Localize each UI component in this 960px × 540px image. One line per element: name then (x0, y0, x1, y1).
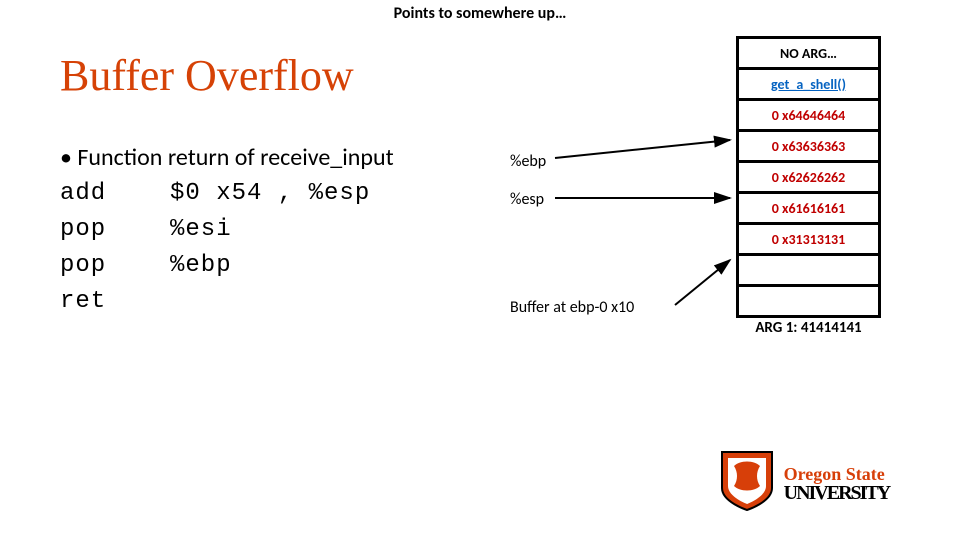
stack-cell: 0 x31313131 (736, 222, 881, 256)
logo-text: Oregon State UNIVERSITY (784, 465, 890, 503)
top-note: Points to somewhere up… (0, 4, 960, 23)
opcode: add (60, 176, 170, 212)
label-esp: %esp (510, 190, 544, 209)
opcode: pop (60, 248, 170, 284)
label-ebp: %ebp (510, 152, 546, 171)
logo-line1: Oregon State (784, 465, 890, 483)
pointer-arrows (545, 120, 735, 360)
code-block: add$0 x54 , %esp pop%esi pop%ebp ret (60, 176, 394, 320)
oregon-state-logo: Oregon State UNIVERSITY (720, 450, 930, 520)
stack-cell: 0 x63636363 (736, 129, 881, 163)
operand: %esi (170, 216, 232, 243)
logo-line2: UNIVERSITY (784, 483, 890, 503)
operand: $0 x54 , %esp (170, 180, 370, 207)
stack-diagram: NO ARG… get_a_shell() 0 x64646464 0 x636… (736, 36, 881, 337)
slide: Points to somewhere up… Buffer Overflow … (0, 0, 960, 540)
stack-cell: 0 x62626262 (736, 160, 881, 194)
opcode: pop (60, 212, 170, 248)
stack-cell-return: get_a_shell() (736, 67, 881, 101)
opcode: ret (60, 284, 170, 320)
bullet-line: • Function return of receive_input (60, 140, 394, 176)
stack-cell: 0 x64646464 (736, 98, 881, 132)
shield-icon (720, 450, 774, 517)
stack-cell-empty (736, 253, 881, 287)
operand: %ebp (170, 252, 232, 279)
stack-cell: 0 x61616161 (736, 191, 881, 225)
body-content: • Function return of receive_input add$0… (60, 140, 394, 320)
stack-cell-empty (736, 284, 881, 318)
stack-cell: NO ARG… (736, 36, 881, 70)
slide-title: Buffer Overflow (60, 50, 354, 101)
label-buffer: Buffer at ebp-0 x10 (510, 298, 634, 317)
stack-arg-label: ARG 1: 41414141 (736, 319, 881, 337)
